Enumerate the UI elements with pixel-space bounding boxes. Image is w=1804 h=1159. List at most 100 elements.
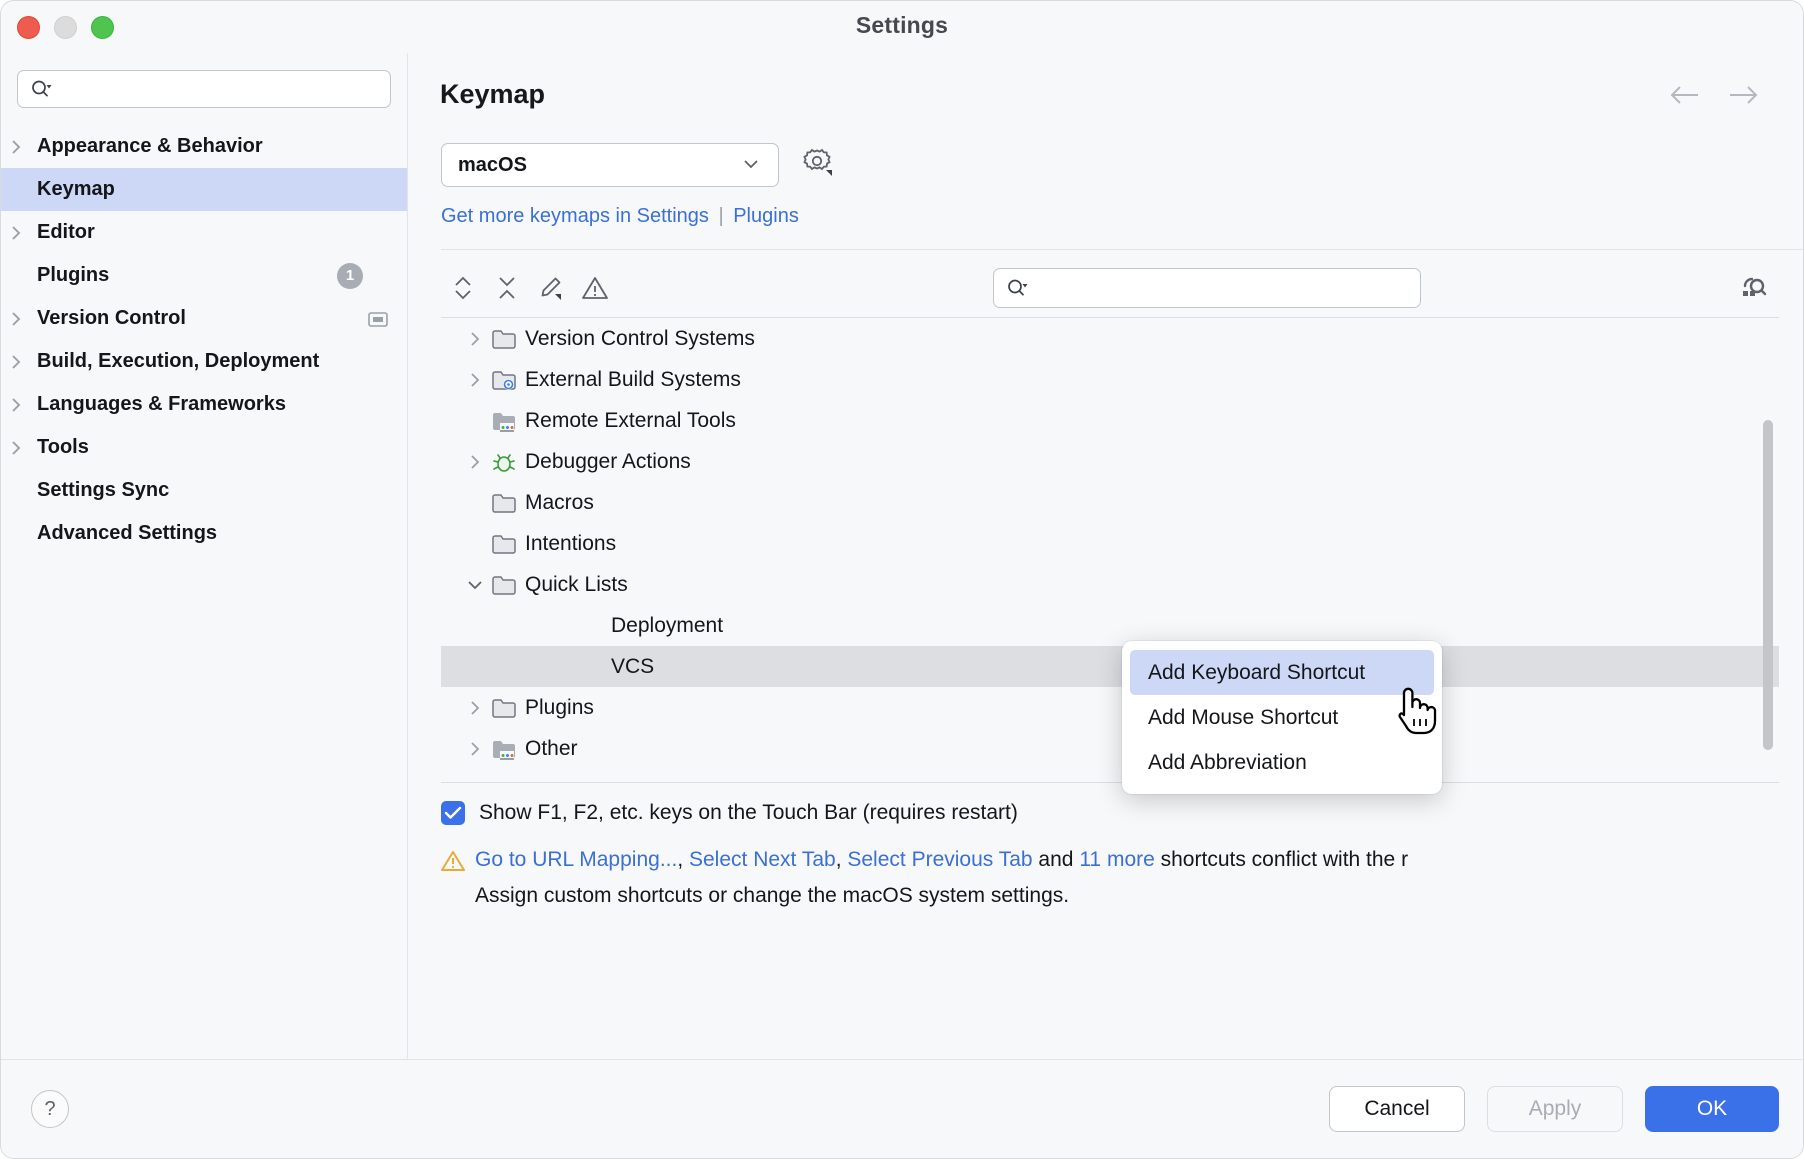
tree-row[interactable]: Debugger Actions <box>441 441 1779 482</box>
sidebar-item-label: Appearance & Behavior <box>37 135 263 158</box>
settings-sidebar: Appearance & Behavior Keymap Editor Plugins… <box>1 53 408 1060</box>
help-button[interactable]: ? <box>31 1090 69 1128</box>
edit-pencil-dropdown-icon[interactable] <box>529 266 573 310</box>
tree-row[interactable]: Plugins <box>441 687 1779 728</box>
tree-row[interactable]: Version Control Systems <box>441 318 1779 359</box>
conflict-tail-text: shortcuts conflict with the r <box>1155 848 1408 871</box>
collapse-all-icon[interactable] <box>485 266 529 310</box>
sidebar-nav-list: Appearance & Behavior Keymap Editor Plugins… <box>1 125 407 555</box>
warning-triangle-icon <box>441 850 465 881</box>
conflicts-line-1: Go to URL Mapping..., Select Next Tab, S… <box>441 845 1803 881</box>
chevron-right-icon[interactable] <box>463 330 487 348</box>
cancel-button[interactable]: Cancel <box>1329 1086 1465 1132</box>
tree-row-label: External Build Systems <box>525 368 741 392</box>
conflict-sep-1: , <box>677 848 689 871</box>
project-scope-icon <box>367 309 389 329</box>
tree-row[interactable]: Quick Lists <box>441 564 1779 605</box>
chevron-right-icon[interactable] <box>463 371 487 389</box>
menu-item-label: Add Keyboard Shortcut <box>1148 661 1365 685</box>
sidebar-item-label: Editor <box>37 221 95 244</box>
tree-row[interactable]: Intentions <box>441 523 1779 564</box>
chevron-right-icon[interactable] <box>463 740 487 758</box>
folder-icon <box>489 328 519 350</box>
tree-row[interactable]: Other <box>441 728 1779 769</box>
chevron-right-icon[interactable] <box>5 397 27 413</box>
touch-bar-label: Show F1, F2, etc. keys on the Touch Bar … <box>479 801 1018 825</box>
search-icon <box>30 79 52 99</box>
keymap-search-input[interactable] <box>1036 278 1420 299</box>
chevron-right-icon[interactable] <box>5 225 27 241</box>
title-bar: Settings <box>1 1 1803 53</box>
sidebar-item-label: Plugins <box>37 264 109 287</box>
sidebar-item-version-control[interactable]: Version Control <box>1 297 407 340</box>
touch-bar-option-row[interactable]: Show F1, F2, etc. keys on the Touch Bar … <box>441 801 1018 825</box>
tree-row-container: Version Control Systems External Build Sy… <box>441 318 1779 769</box>
menu-item-label: Add Abbreviation <box>1148 751 1307 775</box>
tree-row[interactable]: VCS <box>441 646 1779 687</box>
keymap-selector-row: macOS <box>441 143 837 187</box>
conflict-link-11-more[interactable]: 11 more <box>1079 848 1154 871</box>
chevron-right-icon[interactable] <box>5 139 27 155</box>
search-icon <box>1006 278 1028 298</box>
get-more-keymaps-link[interactable]: Get more keymaps in Settings <box>441 205 709 227</box>
settings-window: Settings Appearance & Behavior Keymap Edit… <box>0 0 1804 1159</box>
sidebar-item-keymap[interactable]: Keymap <box>1 168 407 211</box>
keymap-search-field[interactable] <box>993 268 1421 308</box>
back-arrow-icon[interactable] <box>1667 83 1701 107</box>
sidebar-item-tools[interactable]: Tools <box>1 426 407 469</box>
sidebar-search-input[interactable] <box>60 79 390 100</box>
sidebar-item-badge: 1 <box>337 263 363 289</box>
ok-button[interactable]: OK <box>1645 1086 1779 1132</box>
chevron-right-icon[interactable] <box>5 311 27 327</box>
shortcut-conflicts-notice: Go to URL Mapping..., Select Next Tab, S… <box>441 845 1803 911</box>
sidebar-item-label: Build, Execution, Deployment <box>37 350 319 373</box>
sidebar-item-build-execution-deployment[interactable]: Build, Execution, Deployment <box>1 340 407 383</box>
tree-row[interactable]: Macros <box>441 482 1779 523</box>
menu-item-add-mouse-shortcut[interactable]: Add Mouse Shortcut <box>1130 695 1434 740</box>
tree-row-label: Deployment <box>611 614 723 638</box>
chevron-down-icon[interactable] <box>463 576 487 594</box>
conflict-link-select-next-tab[interactable]: Select Next Tab <box>689 848 836 871</box>
plugins-link[interactable]: Plugins <box>733 205 799 227</box>
find-by-shortcut-icon[interactable] <box>1733 268 1773 308</box>
chevron-right-icon[interactable] <box>463 453 487 471</box>
sidebar-search-field[interactable] <box>17 70 391 108</box>
menu-item-add-keyboard-shortcut[interactable]: Add Keyboard Shortcut <box>1130 650 1434 695</box>
sidebar-item-languages-frameworks[interactable]: Languages & Frameworks <box>1 383 407 426</box>
folder-icon <box>489 533 519 555</box>
chevron-right-icon[interactable] <box>5 354 27 370</box>
tree-row[interactable]: Remote External Tools <box>441 400 1779 441</box>
folder-remote-icon <box>489 410 519 432</box>
folder-icon <box>489 574 519 596</box>
warning-triangle-icon[interactable] <box>573 266 617 310</box>
mouse-cursor-pointing-hand <box>1390 681 1442 744</box>
keymap-actions-tree[interactable]: Version Control Systems External Build Sy… <box>441 317 1779 783</box>
touch-bar-checkbox[interactable] <box>441 801 465 825</box>
tree-row-label: Quick Lists <box>525 573 628 597</box>
sidebar-item-settings-sync[interactable]: Settings Sync <box>1 469 407 512</box>
gear-dropdown-icon[interactable] <box>799 144 837 187</box>
sidebar-item-appearance-behavior[interactable]: Appearance & Behavior <box>1 125 407 168</box>
menu-item-add-abbreviation[interactable]: Add Abbreviation <box>1130 740 1434 785</box>
sidebar-item-advanced-settings[interactable]: Advanced Settings <box>1 512 407 555</box>
keymap-dropdown[interactable]: macOS <box>441 143 779 187</box>
conflict-and: and <box>1033 848 1080 871</box>
conflict-link-select-previous-tab[interactable]: Select Previous Tab <box>847 848 1032 871</box>
sidebar-item-plugins[interactable]: Plugins 1 <box>1 254 407 297</box>
conflict-link-go-to-url-mapping[interactable]: Go to URL Mapping... <box>475 848 677 871</box>
chevron-right-icon[interactable] <box>463 699 487 717</box>
history-navigation <box>1667 83 1761 107</box>
chevron-right-icon[interactable] <box>5 440 27 456</box>
sidebar-item-editor[interactable]: Editor <box>1 211 407 254</box>
tree-row[interactable]: Deployment <box>441 605 1779 646</box>
expand-all-icon[interactable] <box>441 266 485 310</box>
link-separator: | <box>718 205 723 227</box>
apply-button[interactable]: Apply <box>1487 1086 1623 1132</box>
tree-vertical-scrollbar[interactable] <box>1763 420 1773 750</box>
tree-row[interactable]: External Build Systems <box>441 359 1779 400</box>
tree-row-label: Other <box>525 737 578 761</box>
sidebar-item-label: Settings Sync <box>37 479 169 502</box>
tree-row-label: Version Control Systems <box>525 327 755 351</box>
forward-arrow-icon[interactable] <box>1727 83 1761 107</box>
section-divider <box>441 249 1803 250</box>
